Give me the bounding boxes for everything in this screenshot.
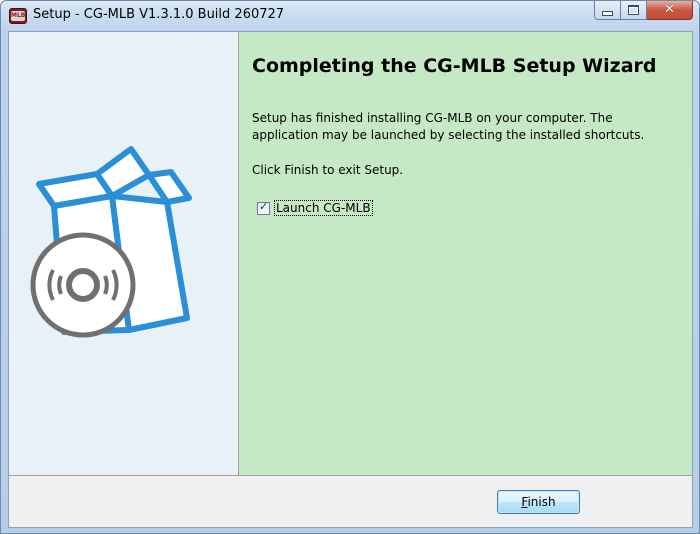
wizard-side-panel <box>9 32 238 475</box>
finish-hint-text: Click Finish to exit Setup. <box>252 163 404 177</box>
maximize-icon <box>628 5 639 15</box>
window-controls: ✕ <box>594 1 693 21</box>
minimize-icon <box>602 10 613 16</box>
wizard-description: Setup has finished installing CG-MLB on … <box>252 111 645 142</box>
launch-checkbox[interactable]: ✓ <box>257 199 270 215</box>
finish-button[interactable]: Finish <box>497 490 580 514</box>
title-bar[interactable]: MLB Setup - CG-MLB V1.3.1.0 Build 260727… <box>1 1 699 31</box>
wizard-content: Completing the CG-MLB Setup Wizard Setup… <box>239 32 692 475</box>
app-icon[interactable]: MLB <box>9 8 27 24</box>
software-box-disc-icon <box>30 146 192 338</box>
close-button[interactable]: ✕ <box>647 1 693 20</box>
close-icon: ✕ <box>664 2 675 17</box>
wizard-heading: Completing the CG-MLB Setup Wizard <box>252 55 657 77</box>
wizard-client-area: Completing the CG-MLB Setup Wizard Setup… <box>8 31 693 528</box>
minimize-button[interactable] <box>594 1 621 20</box>
maximize-button[interactable] <box>621 1 647 20</box>
setup-window: MLB Setup - CG-MLB V1.3.1.0 Build 260727… <box>0 0 700 534</box>
app-icon-text: MLB <box>11 11 26 21</box>
launch-option[interactable]: ✓ Launch CG-MLB <box>257 200 373 216</box>
checkmark-icon: ✓ <box>259 199 269 213</box>
launch-checkbox-label[interactable]: Launch CG-MLB <box>274 200 373 216</box>
wizard-footer: Finish <box>9 476 692 527</box>
finish-button-label: inish <box>527 495 556 509</box>
window-title: Setup - CG-MLB V1.3.1.0 Build 260727 <box>33 7 285 22</box>
